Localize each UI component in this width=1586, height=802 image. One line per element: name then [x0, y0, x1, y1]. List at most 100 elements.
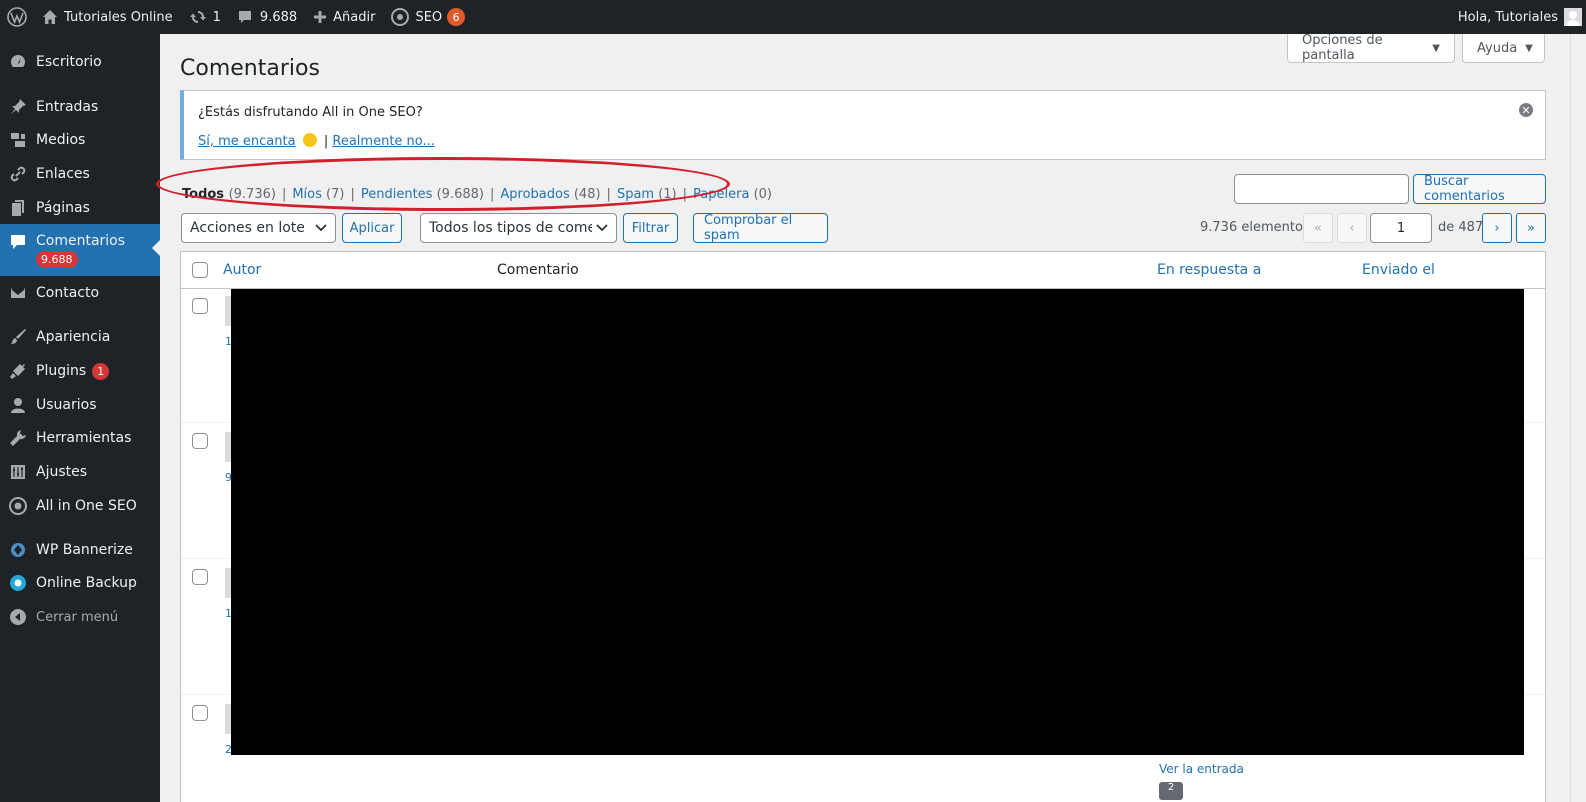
search-comments-button[interactable]: Buscar comentarios: [1413, 174, 1546, 204]
separator: |: [350, 187, 355, 202]
first-page-button[interactable]: «: [1303, 213, 1333, 243]
comment-bubble-icon: [237, 9, 253, 25]
sidebar-item-label: Online Backup: [36, 575, 137, 591]
column-submitted-on[interactable]: Enviado el: [1362, 262, 1435, 278]
search-comments-input[interactable]: [1234, 174, 1409, 204]
site-name-link[interactable]: Tutoriales Online: [34, 0, 181, 34]
sidebar-item-plugins[interactable]: Plugins 1: [0, 354, 160, 388]
sidebar-item-all-in-one-seo[interactable]: All in One SEO: [0, 489, 160, 523]
comment-status-filters: Todos (9.736) | Míos (7) | Pendientes (9…: [182, 187, 772, 202]
filter-label: Papelera: [693, 187, 750, 202]
check-spam-button[interactable]: Comprobar el spam: [693, 213, 828, 243]
sidebar-item-online-backup[interactable]: Online Backup: [0, 566, 160, 600]
dismiss-icon[interactable]: ✕: [1519, 103, 1533, 117]
bulk-actions-select[interactable]: Acciones en lote: [181, 213, 336, 243]
page-title: Comentarios: [180, 56, 320, 81]
sidebar-item-medios[interactable]: Medios: [0, 123, 160, 157]
select-all-checkbox[interactable]: [192, 262, 208, 278]
row-checkbox[interactable]: [192, 569, 208, 585]
not-really-link[interactable]: Realmente no...: [332, 134, 435, 149]
filter-approved[interactable]: Aprobados (48): [500, 187, 600, 202]
comments-table: Autor Comentario En respuesta a Enviado …: [180, 251, 1546, 802]
view-post-link[interactable]: Ver la entrada: [1159, 762, 1244, 776]
seo-review-notice: ¿Estás disfrutando All in One SEO? Sí, m…: [180, 90, 1546, 160]
plus-icon: [313, 10, 327, 24]
collapse-menu-button[interactable]: Cerrar menú: [0, 600, 160, 634]
current-page-input[interactable]: 1: [1370, 213, 1432, 243]
sidebar-item-entradas[interactable]: Entradas: [0, 90, 160, 124]
red-highlight-ellipse: [156, 157, 730, 211]
filter-spam[interactable]: Spam (1): [617, 187, 677, 202]
filter-pending[interactable]: Pendientes (9.688): [361, 187, 484, 202]
sidebar-item-apariencia[interactable]: Apariencia: [0, 320, 160, 354]
updates-link[interactable]: 1: [181, 0, 229, 34]
seo-menu[interactable]: SEO 6: [383, 0, 473, 34]
filter-label: Pendientes: [360, 187, 433, 202]
sidebar-item-enlaces[interactable]: Enlaces: [0, 157, 160, 191]
sidebar-item-comentarios[interactable]: Comentarios 9.688: [0, 224, 160, 276]
comments-pending-badge: 9.688: [36, 251, 78, 268]
filter-count: (1): [658, 187, 677, 202]
row-checkbox[interactable]: [192, 433, 208, 449]
row-checkbox[interactable]: [192, 298, 208, 314]
sidebar-item-escritorio[interactable]: Escritorio: [0, 45, 160, 79]
comments-link[interactable]: 9.688: [229, 0, 305, 34]
smiley-icon: [302, 133, 317, 147]
filter-count: (0): [753, 187, 772, 202]
screen-options-button[interactable]: Opciones de pantalla ▼: [1287, 33, 1455, 63]
add-new-link[interactable]: Añadir: [305, 0, 383, 34]
help-button[interactable]: Ayuda ▼: [1462, 34, 1545, 63]
caret-down-icon: ▼: [1432, 42, 1440, 54]
filter-button[interactable]: Filtrar: [623, 213, 678, 243]
yes-love-it-link[interactable]: Sí, me encanta: [198, 134, 296, 149]
filter-mine[interactable]: Míos (7): [292, 187, 344, 202]
row-checkbox[interactable]: [192, 705, 208, 721]
column-author[interactable]: Autor: [223, 262, 261, 278]
apply-button[interactable]: Aplicar: [342, 213, 402, 243]
seo-notification-badge: 6: [447, 8, 466, 26]
home-icon: [42, 9, 58, 25]
screen-options-label: Opciones de pantalla: [1302, 33, 1383, 63]
add-new-label: Añadir: [333, 9, 376, 25]
filter-trash[interactable]: Papelera (0): [693, 187, 772, 202]
wordpress-logo-icon[interactable]: [0, 0, 34, 34]
filter-all[interactable]: Todos (9.736): [182, 187, 276, 202]
filter-count: (9.736): [228, 187, 276, 202]
comment-type-value: Todos los tipos de comentarios: [429, 220, 592, 236]
prev-page-button[interactable]: ‹: [1337, 213, 1367, 243]
separator: |: [682, 187, 688, 202]
sidebar-item-label: Comentarios: [36, 233, 126, 249]
sidebar-item-usuarios[interactable]: Usuarios: [0, 388, 160, 422]
sidebar-item-label: Escritorio: [36, 54, 102, 70]
pin-icon: [0, 98, 36, 116]
separator: |: [606, 187, 611, 202]
filter-label: Aprobados: [500, 187, 570, 202]
column-in-response-to[interactable]: En respuesta a: [1157, 262, 1261, 278]
sidebar-item-ajustes[interactable]: Ajustes: [0, 455, 160, 489]
account-menu[interactable]: Hola, Tutoriales: [1450, 0, 1586, 34]
page-scrollbar[interactable]: [1570, 34, 1586, 802]
sidebar-item-paginas[interactable]: Páginas: [0, 191, 160, 225]
sidebar-item-label: Entradas: [36, 99, 99, 115]
last-page-button[interactable]: »: [1516, 213, 1546, 243]
main-content: Opciones de pantalla ▼ Ayuda ▼ Comentari…: [156, 33, 1586, 802]
sidebar-item-label: Medios: [36, 132, 86, 148]
admin-sidebar: Escritorio Entradas Medios Enlaces Págin…: [0, 34, 160, 802]
sidebar-item-herramientas[interactable]: Herramientas: [0, 421, 160, 455]
comment-count-bubble[interactable]: 2: [1159, 782, 1183, 800]
next-page-button[interactable]: ›: [1482, 213, 1512, 243]
sidebar-item-label: Cerrar menú: [36, 609, 119, 625]
bannerize-icon: [0, 541, 36, 559]
comments-count: 9.688: [259, 9, 298, 25]
caret-down-icon: ▼: [1525, 42, 1533, 54]
sidebar-item-wp-bannerize[interactable]: WP Bannerize: [0, 533, 160, 567]
help-label: Ayuda: [1477, 40, 1518, 56]
seo-gear-icon: [391, 8, 410, 26]
sidebar-item-contacto[interactable]: Contacto: [0, 276, 160, 310]
backup-icon: [0, 574, 36, 592]
sidebar-item-label: WP Bannerize: [36, 542, 133, 558]
comment-type-select[interactable]: Todos los tipos de comentarios: [420, 213, 617, 243]
separator: |: [489, 187, 495, 202]
filter-count: (9.688): [436, 187, 484, 202]
page-icon: [0, 199, 36, 217]
